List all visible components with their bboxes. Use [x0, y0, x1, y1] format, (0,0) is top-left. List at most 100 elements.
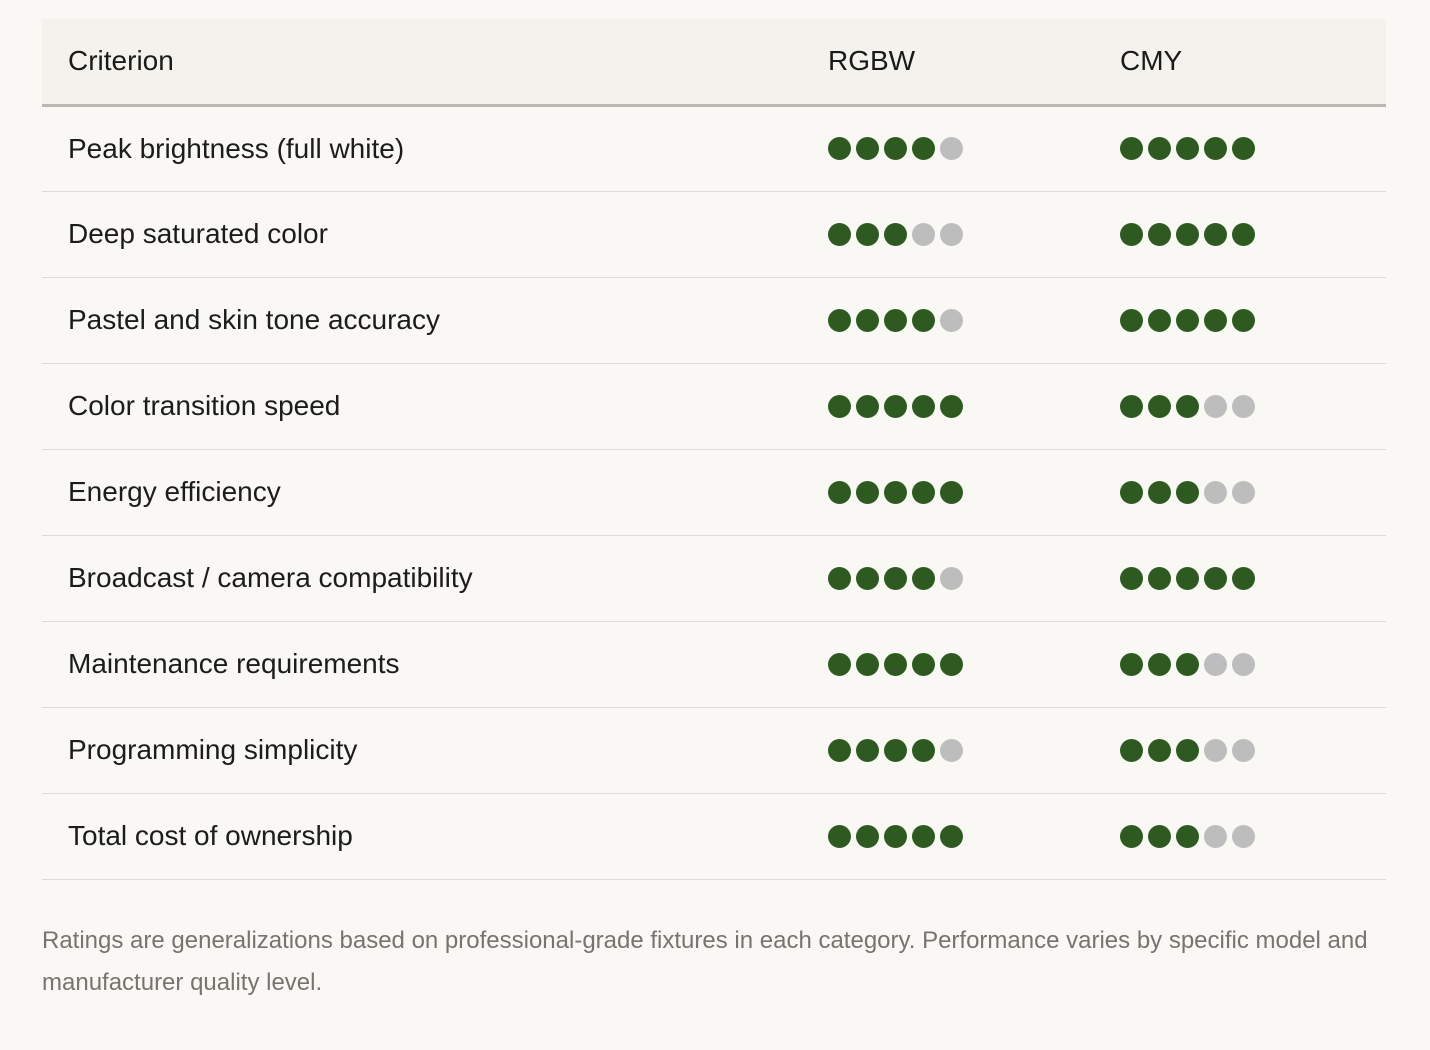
- rating-dot-filled: [1120, 308, 1143, 332]
- rgbw-rating: [828, 308, 1094, 332]
- rating-dot-filled: [828, 222, 851, 246]
- rating-dot-empty: [940, 738, 963, 762]
- rating-dot-filled: [1232, 222, 1255, 246]
- rating-dot-filled: [1204, 222, 1227, 246]
- rating-dot-filled: [1120, 222, 1143, 246]
- rating-dot-filled: [940, 652, 963, 676]
- rating-dot-filled: [1120, 824, 1143, 848]
- rating-dot-filled: [828, 480, 851, 504]
- cmy-rating: [1120, 308, 1386, 332]
- rating-dot-filled: [1148, 566, 1171, 590]
- rating-dot-empty: [1204, 738, 1227, 762]
- rating-dot-filled: [912, 308, 935, 332]
- rating-dot-empty: [1204, 394, 1227, 418]
- cmy-rating-cell: [1094, 535, 1386, 621]
- rating-dot-filled: [1148, 652, 1171, 676]
- rating-dot-filled: [1148, 824, 1171, 848]
- rgbw-rating-cell: [802, 191, 1094, 277]
- criterion-cell: Broadcast / camera compatibility: [68, 562, 473, 593]
- rating-dot-filled: [912, 566, 935, 590]
- table-header-row: Criterion RGBW CMY: [42, 19, 1386, 107]
- rating-dot-empty: [1232, 652, 1255, 676]
- rating-dot-filled: [1232, 566, 1255, 590]
- rating-dot-filled: [1120, 652, 1143, 676]
- rating-dot-empty: [940, 308, 963, 332]
- rating-dot-filled: [856, 480, 879, 504]
- criterion-cell: Pastel and skin tone accuracy: [68, 304, 440, 335]
- rating-dot-filled: [884, 652, 907, 676]
- rating-dot-filled: [884, 394, 907, 418]
- rgbw-rating-cell: [802, 793, 1094, 879]
- rating-dot-filled: [828, 137, 851, 160]
- cmy-rating: [1120, 738, 1386, 762]
- rating-dot-filled: [940, 824, 963, 848]
- rating-dot-filled: [1176, 566, 1199, 590]
- rating-dot-filled: [912, 480, 935, 504]
- rating-dot-filled: [1176, 394, 1199, 418]
- rating-dot-empty: [1204, 480, 1227, 504]
- rating-dot-filled: [1148, 738, 1171, 762]
- rgbw-rating-cell: [802, 535, 1094, 621]
- rgbw-rating: [828, 566, 1094, 590]
- rating-dot-filled: [1148, 137, 1171, 160]
- rating-dot-filled: [1120, 566, 1143, 590]
- rating-dot-filled: [1204, 308, 1227, 332]
- rating-dot-filled: [884, 308, 907, 332]
- rating-dot-filled: [1120, 394, 1143, 418]
- rating-dot-filled: [856, 738, 879, 762]
- rating-dot-filled: [912, 394, 935, 418]
- rating-dot-filled: [1176, 222, 1199, 246]
- rating-dot-empty: [1232, 394, 1255, 418]
- header-criterion: Criterion: [42, 19, 802, 107]
- comparison-table: Criterion RGBW CMY Peak brightness (full…: [42, 19, 1386, 880]
- rating-dot-filled: [1148, 480, 1171, 504]
- rating-dot-filled: [1204, 566, 1227, 590]
- rating-dot-filled: [1176, 480, 1199, 504]
- cmy-rating-cell: [1094, 621, 1386, 707]
- table-row: Deep saturated color: [42, 191, 1386, 277]
- criterion-cell: Total cost of ownership: [68, 820, 353, 851]
- criterion-cell: Maintenance requirements: [68, 648, 400, 679]
- rating-dot-filled: [828, 652, 851, 676]
- rating-dot-filled: [1176, 652, 1199, 676]
- cmy-rating: [1120, 652, 1386, 676]
- table-row: Maintenance requirements: [42, 621, 1386, 707]
- criterion-cell: Energy efficiency: [68, 476, 281, 507]
- rgbw-rating: [828, 480, 1094, 504]
- rating-dot-filled: [856, 137, 879, 160]
- rating-dot-filled: [940, 394, 963, 418]
- rating-dot-filled: [1232, 137, 1255, 160]
- rating-dot-filled: [912, 137, 935, 160]
- rating-dot-filled: [884, 137, 907, 160]
- rgbw-rating-cell: [802, 363, 1094, 449]
- rating-dot-filled: [1204, 137, 1227, 160]
- table-row: Broadcast / camera compatibility: [42, 535, 1386, 621]
- rgbw-rating: [828, 222, 1094, 246]
- rating-dot-filled: [1148, 222, 1171, 246]
- criterion-cell: Peak brightness (full white): [68, 132, 405, 164]
- rating-dot-filled: [884, 738, 907, 762]
- rating-dot-empty: [940, 222, 963, 246]
- rgbw-rating-cell: [802, 449, 1094, 535]
- rating-dot-filled: [828, 824, 851, 848]
- rgbw-rating-cell: [802, 621, 1094, 707]
- rating-dot-empty: [1204, 824, 1227, 848]
- criterion-cell: Deep saturated color: [68, 218, 328, 249]
- table-row: Color transition speed: [42, 363, 1386, 449]
- rating-dot-filled: [1120, 480, 1143, 504]
- rating-dot-filled: [828, 566, 851, 590]
- rating-dot-empty: [940, 566, 963, 590]
- footnote: Ratings are generalizations based on pro…: [42, 926, 1368, 996]
- rating-dot-filled: [1120, 738, 1143, 762]
- table-row: Total cost of ownership: [42, 793, 1386, 879]
- rgbw-rating: [828, 394, 1094, 418]
- rating-dot-empty: [1204, 652, 1227, 676]
- cmy-rating: [1120, 222, 1386, 246]
- rating-dot-filled: [912, 652, 935, 676]
- cmy-rating-cell: [1094, 449, 1386, 535]
- rating-dot-filled: [1148, 308, 1171, 332]
- cmy-rating: [1120, 824, 1386, 848]
- rating-dot-empty: [940, 137, 963, 160]
- rating-dot-filled: [1148, 394, 1171, 418]
- rating-dot-filled: [856, 652, 879, 676]
